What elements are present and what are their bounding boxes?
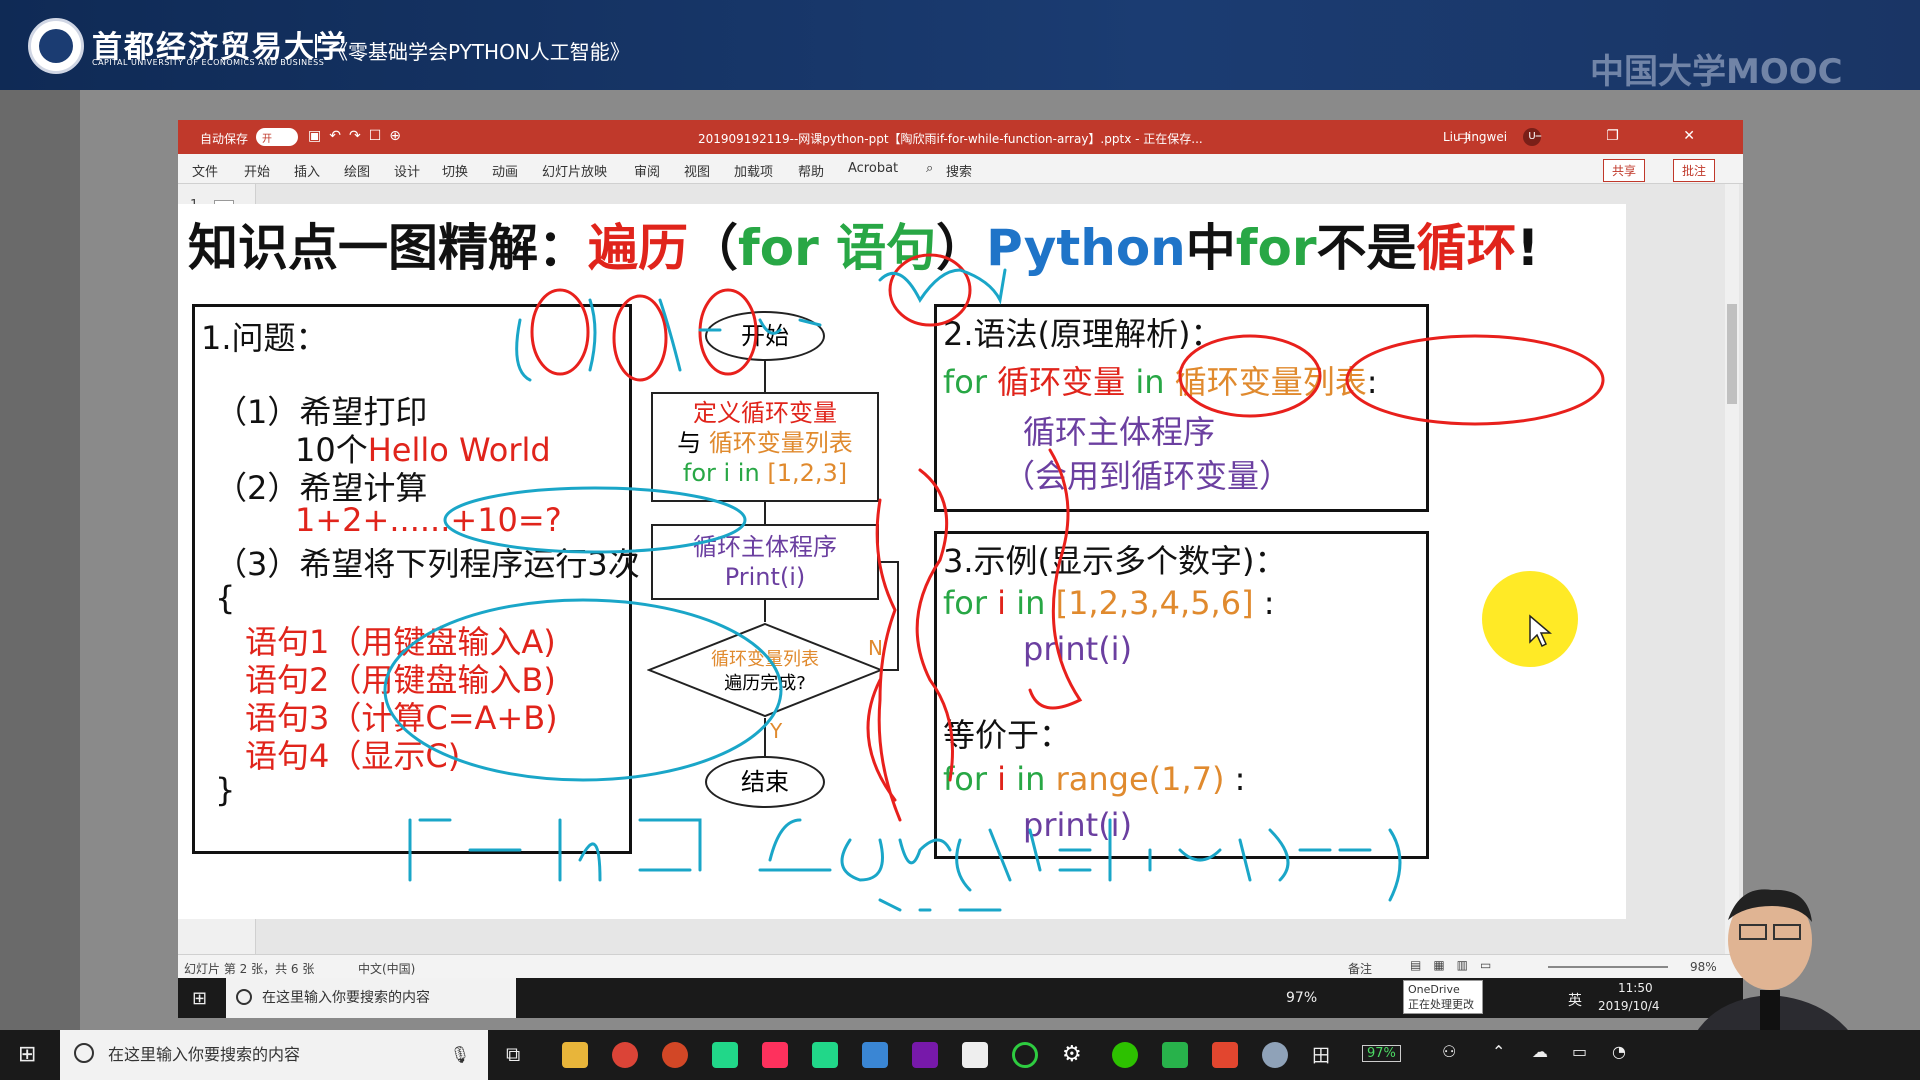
tab-home[interactable]: 开始 (244, 161, 270, 180)
university-name-en: CAPITAL UNIVERSITY OF ECONOMICS AND BUSI… (92, 58, 325, 67)
tab-help[interactable]: 帮助 (798, 161, 824, 180)
battery-indicator[interactable]: 97% (1286, 990, 1317, 1006)
microphone-icon[interactable]: 🎙 (450, 1030, 470, 1080)
example-line-1: for i in [1,2,3,4,5,6] : (943, 584, 1275, 622)
chrome-icon[interactable] (612, 1042, 638, 1068)
onedrive-tray-icon[interactable]: ☁ (1532, 1042, 1548, 1061)
banner-divider (315, 34, 317, 58)
photos-app-icon[interactable] (1262, 1042, 1288, 1068)
tab-design[interactable]: 设计 (394, 161, 420, 180)
onedrive-status: 正在处理更改 (1408, 998, 1474, 1011)
share-button[interactable]: 共享 (1603, 159, 1646, 182)
recorded-taskbar: ⊞ 在这里输入你要搜索的内容 97% OneDrive 正在处理更改 英 11:… (178, 978, 1743, 1018)
syntax-heading: 2.语法(原理解析)： (943, 315, 1223, 353)
drive-tray-icon[interactable]: ▭ (1572, 1042, 1587, 1061)
onedrive-tooltip: OneDrive 正在处理更改 (1403, 980, 1483, 1014)
input-method-icon[interactable]: 田 (1312, 1042, 1330, 1068)
tab-addins[interactable]: 加载项 (734, 161, 773, 180)
taskbar-search-box[interactable]: 在这里输入你要搜索的内容 🎙 (60, 1030, 488, 1080)
title-bar: 自动保存 开 ▣↶↷☐⊕ 201909192119--网课python-ppt【… (178, 120, 1743, 154)
clion-icon[interactable] (712, 1042, 738, 1068)
file-explorer-icon[interactable] (562, 1042, 588, 1068)
taskbar-battery[interactable]: 97% (1362, 1045, 1401, 1062)
syntax-body: 循环主体程序 (1023, 413, 1216, 451)
comment-button[interactable]: 批注 (1673, 159, 1716, 182)
tab-file[interactable]: 文件 (192, 161, 218, 180)
example-line-2: print(i) (1023, 630, 1133, 668)
quick-access-icons[interactable]: ▣↶↷☐⊕ (308, 128, 409, 144)
autosave-label: 自动保存 (200, 132, 249, 146)
example-equivalent: 等价于： (943, 716, 1072, 754)
example-heading: 3.示例(显示多个数字)： (943, 542, 1287, 580)
tab-animations[interactable]: 动画 (492, 161, 518, 180)
clock-date[interactable]: 2019/10/4 (1598, 999, 1660, 1013)
onenote-icon[interactable] (912, 1042, 938, 1068)
language-indicator[interactable]: 中文(中国) (358, 960, 415, 977)
ime-indicator[interactable]: 英 (1568, 990, 1582, 1010)
cortana-icon (236, 989, 252, 1005)
view-buttons[interactable]: ▤▦▥▭ (1410, 958, 1503, 972)
status-bar: 幻灯片 第 2 张，共 6 张 中文(中国) 备注 ▤▦▥▭ 98% (178, 954, 1743, 978)
search-icon[interactable]: ⌕ (926, 161, 933, 176)
windows-start-icon[interactable]: ⊞ (18, 1042, 36, 1067)
mouse-pointer-icon (1529, 614, 1552, 648)
green-ring-app-icon[interactable] (1012, 1042, 1038, 1068)
slide-counter: 幻灯片 第 2 张，共 6 张 (184, 962, 315, 976)
syntax-note: （会用到循环变量） (1003, 457, 1292, 495)
vertical-scrollbar[interactable] (1725, 184, 1739, 954)
tab-slideshow[interactable]: 幻灯片放映 (542, 161, 607, 180)
tab-transitions[interactable]: 切换 (442, 161, 468, 180)
cortana-icon (74, 1043, 94, 1063)
clock-time[interactable]: 11:50 (1618, 981, 1653, 995)
windows-taskbar: ⊞ 在这里输入你要搜索的内容 🎙 ⧉ ⚙ 田 97% ⚇ ⌃ ☁ ▭ ◔ (0, 1030, 1920, 1080)
video-editor-icon[interactable] (962, 1042, 988, 1068)
syntax-box: 2.语法(原理解析)： for 循环变量 in 循环变量列表: 循环主体程序 （… (934, 304, 1429, 512)
onedrive-title: OneDrive (1408, 983, 1460, 996)
windows-start-icon[interactable]: ⊞ (192, 988, 207, 1009)
document-title: 201909192119--网课python-ppt【陶欣雨if-for-whi… (698, 132, 1203, 146)
syntax-line: for 循环变量 in 循环变量列表: (943, 363, 1378, 401)
flowchart-connectors (764, 361, 899, 756)
tab-insert[interactable]: 插入 (294, 161, 320, 180)
task-view-icon[interactable]: ⧉ (506, 1042, 520, 1066)
settings-icon[interactable]: ⚙ (1062, 1042, 1088, 1068)
zoom-slider[interactable] (1548, 966, 1668, 968)
example-box: 3.示例(显示多个数字)： for i in [1,2,3,4,5,6] : p… (934, 531, 1429, 859)
slide: 知识点一图精解：遍历（for 语句）Python中for不是循环! 1.问题： … (178, 204, 1626, 919)
intellij-icon[interactable] (762, 1042, 788, 1068)
tab-draw[interactable]: 绘图 (344, 161, 370, 180)
notes-button[interactable]: 备注 (1348, 960, 1372, 977)
recorder-icon[interactable] (1212, 1042, 1238, 1068)
university-banner: 首都经济贸易大学 CAPITAL UNIVERSITY OF ECONOMICS… (0, 0, 1920, 92)
course-title: 《零基础学会PYTHON人工智能》 (328, 40, 630, 64)
tab-review[interactable]: 审阅 (634, 161, 660, 180)
tab-search[interactable]: 搜索 (946, 161, 972, 180)
wifi-icon[interactable]: ◔ (1612, 1042, 1626, 1061)
recorded-search-box[interactable]: 在这里输入你要搜索的内容 (226, 978, 516, 1018)
pycharm-icon[interactable] (812, 1042, 838, 1068)
window-controls[interactable]: ▭ – ❐ ✕ (1457, 128, 1725, 144)
ribbon-tabs: 文件 开始 插入 绘图 设计 切换 动画 幻灯片放映 审阅 视图 加载项 帮助 … (178, 154, 1743, 184)
camtasia-icon[interactable] (1162, 1042, 1188, 1068)
university-logo (28, 18, 84, 74)
powerpoint-icon[interactable] (662, 1042, 688, 1068)
tab-acrobat[interactable]: Acrobat (848, 161, 898, 176)
recorded-search-placeholder: 在这里输入你要搜索的内容 (262, 990, 430, 1006)
wechat-icon[interactable] (1112, 1042, 1138, 1068)
tray-expand-icon[interactable]: ⌃ (1492, 1042, 1505, 1061)
example-line-3: for i in range(1,7) : (943, 760, 1246, 798)
people-icon[interactable]: ⚇ (1442, 1042, 1456, 1061)
cloud-app-icon[interactable] (862, 1042, 888, 1068)
tab-view[interactable]: 视图 (684, 161, 710, 180)
taskbar-search-placeholder: 在这里输入你要搜索的内容 (108, 1045, 301, 1064)
example-line-4: print(i) (1023, 806, 1133, 844)
autosave-toggle[interactable]: 开 (256, 128, 298, 146)
mooc-watermark: 中国大学MOOC (1590, 52, 1843, 92)
